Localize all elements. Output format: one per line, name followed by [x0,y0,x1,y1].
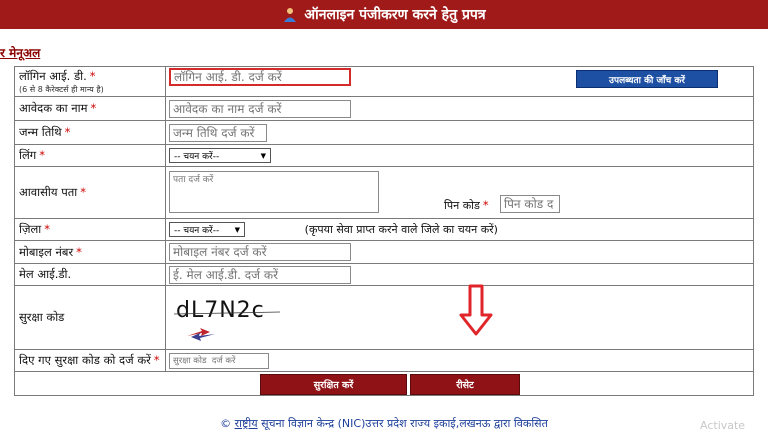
pincode-label: पिन कोड [444,199,480,212]
applicant-name-label: आवेदक का नाम [19,101,88,115]
email-input[interactable] [169,265,351,284]
page-header: ऑनलाइन पंजीकरण करने हेतु प्रपत्र [0,0,768,29]
footer-text: सूचना विज्ञान केन्द्र (NIC)उत्तर प्रदेश … [257,417,548,430]
address-field-cell: पिन कोड* [165,166,754,219]
gender-selected: -- चयन करें-- [174,152,220,162]
required-mark: * [153,353,160,367]
address-textarea[interactable] [169,171,379,213]
dob-label-cell: जन्म तिथि * [14,120,166,145]
login-id-input[interactable] [169,68,351,86]
email-label-cell: मेल आई.डी. [14,263,166,286]
login-id-label: लॉगिन आई. डी. [19,68,87,83]
mobile-input[interactable] [169,243,351,261]
activation-watermark: Activate [700,419,746,432]
required-mark: * [64,125,71,139]
footer-prefix: © [220,417,235,430]
page-title: ऑनलाइन पंजीकरण करने हेतु प्रपत्र [304,7,486,23]
dob-label: जन्म तिथि [19,125,62,139]
captcha-input-field-cell [165,349,754,372]
required-mark: * [89,68,96,83]
captcha-label: सुरक्षा कोड [19,310,65,324]
captcha-code: dL7N2c [176,298,265,323]
district-hint: (कृपया सेवा प्राप्त करने वाले जिले का चय… [304,223,498,236]
district-field-cell: -- चयन करें-- ▼ (कृपया सेवा प्राप्त करने … [165,218,754,241]
login-id-field-cell: उपलब्धता की जाँच करें [165,66,754,97]
applicant-name-field-cell [165,96,754,121]
registration-form: लॉगिन आई. डी. * (6 से 8 कैरेक्टर्स ही मान… [14,66,754,396]
required-mark: * [80,185,87,199]
required-mark: * [44,222,51,236]
chevron-down-icon: ▼ [234,225,240,234]
gender-select[interactable]: -- चयन करें-- ▼ [169,148,271,163]
address-label-cell: आवासीय पता * [14,166,166,219]
district-label-cell: ज़िला * [14,218,166,241]
district-selected: -- चयन करें-- [174,226,220,236]
pincode-input[interactable] [500,195,560,213]
captcha-image: dL7N2c [170,294,290,324]
required-mark: * [90,101,97,115]
required-mark: * [482,198,489,212]
arrow-down-icon [459,284,493,336]
mobile-field-cell [165,240,754,264]
captcha-input[interactable] [169,353,269,369]
pincode-label-wrap: पिन कोड * [444,198,489,213]
check-availability-button[interactable]: उपलब्धता की जाँच करें [576,70,718,88]
address-label: आवासीय पता [19,185,78,199]
district-select[interactable]: -- चयन करें-- ▼ [169,222,245,237]
mobile-label: मोबाइल नंबर [19,244,74,259]
required-mark: * [76,244,82,259]
reset-button[interactable]: रीसेट [410,374,520,395]
mobile-label-cell: मोबाइल नंबर * [14,240,166,264]
gender-label-cell: लिंग * [14,144,166,167]
required-mark: * [39,148,45,162]
captcha-input-label: दिए गए सुरक्षा कोड को दर्ज करें [19,353,151,367]
footer-link[interactable]: राष्ट्रीय [235,417,258,430]
gender-field-cell: -- चयन करें-- ▼ [165,144,754,167]
captcha-field-cell: dL7N2c [165,284,754,350]
person-icon [284,7,297,22]
save-button[interactable]: सुरक्षित करें [260,374,407,395]
manual-link[interactable]: र मेनूअल [0,44,40,61]
dob-field-cell [165,120,754,145]
footer: © राष्ट्रीय सूचना विज्ञान केन्द्र (NIC)उ… [0,416,768,431]
email-label: मेल आई.डी. [19,267,72,281]
gender-label: लिंग [19,148,37,162]
action-row: सुरक्षित करें रीसेट [14,371,754,396]
dob-input[interactable] [169,123,267,142]
district-label: ज़िला [19,222,42,236]
captcha-label-cell: सुरक्षा कोड [14,285,166,350]
chevron-down-icon: ▼ [260,151,266,160]
applicant-name-input[interactable] [169,99,351,118]
applicant-name-label-cell: आवेदक का नाम * [14,96,166,121]
login-id-label-cell: लॉगिन आई. डी. * (6 से 8 कैरेक्टर्स ही मान… [14,66,166,97]
captcha-input-label-cell: दिए गए सुरक्षा कोड को दर्ज करें * [14,349,166,372]
login-id-note: (6 से 8 कैरेक्टर्स ही मान्य है) [19,84,104,94]
refresh-icon[interactable] [184,327,218,341]
